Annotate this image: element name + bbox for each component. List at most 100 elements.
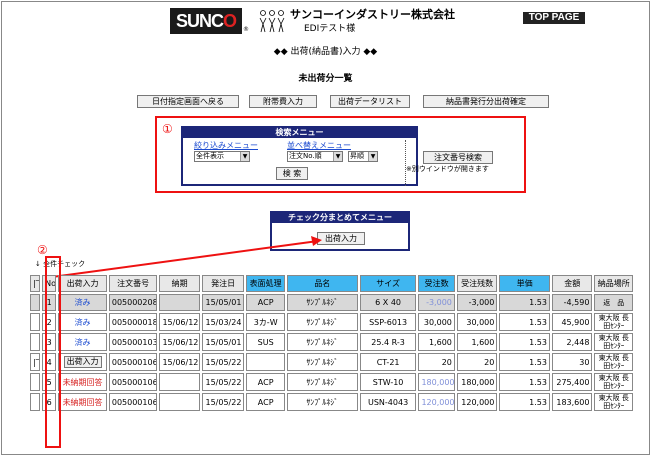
row-amount: 45,900: [551, 313, 593, 331]
incidental-cost-button[interactable]: 附帯費入力: [249, 95, 317, 108]
sort-menu-label[interactable]: 並べ替えメニュー: [287, 140, 351, 151]
search-menu-header: 検索メニュー: [183, 128, 416, 138]
row-surface: [246, 353, 285, 371]
table-row: 2済み005000018915/06/1215/03/243カ-Wｻﾝﾌﾟﾙﾈｼ…: [30, 313, 633, 331]
row-order-number: 0050002086: [108, 294, 158, 311]
row-checkbox[interactable]: [30, 294, 41, 311]
search-button[interactable]: 検 索: [276, 167, 308, 180]
row-checkbox[interactable]: [30, 333, 41, 351]
table-row: 1済み005000208615/05/01ACPｻﾝﾌﾟﾙﾈｼﾞ6 X 40-3…: [30, 294, 633, 311]
ship-input-button[interactable]: 出荷入力: [63, 356, 102, 368]
header-cell: 品名: [286, 275, 358, 292]
header-cell: 発注日: [201, 275, 245, 292]
row-surface: ACP: [246, 294, 285, 311]
sunco-logo[interactable]: SUNCO: [170, 8, 242, 34]
back-to-date-button[interactable]: 日付指定画面へ戻る: [137, 95, 239, 108]
row-status[interactable]: 済み: [75, 338, 91, 347]
row-size: 25.4 R-3: [359, 333, 417, 351]
row-surface: SUS: [246, 333, 285, 351]
row-size: SSP-6013: [359, 313, 417, 331]
row-order-date: 15/05/22: [201, 393, 245, 411]
row-amount: 275,400: [551, 373, 593, 391]
row-size: 6 X 40: [359, 294, 417, 311]
row-quantity: -3,000: [418, 294, 455, 311]
confirm-shipping-button[interactable]: 納品書発行分出荷確定: [423, 95, 549, 108]
row-order-number: 0050001039: [108, 333, 158, 351]
row-status[interactable]: 未納期回答: [63, 378, 103, 387]
row-action[interactable]: 未納期回答: [58, 373, 107, 391]
row-due-date: 15/06/12: [159, 313, 200, 331]
row-order-number: 0050001065: [108, 393, 158, 411]
row-quantity: 1,600: [418, 333, 455, 351]
row-action[interactable]: 済み: [58, 333, 107, 351]
row-due-date: [159, 373, 200, 391]
row-surface: ACP: [246, 373, 285, 391]
new-window-note: ※別ウインドウが開きます: [406, 165, 489, 173]
company-name: サンコーインダストリー株式会社: [290, 8, 455, 21]
table-row: |‾4出荷入力005000106015/06/1215/05/22ｻﾝﾌﾟﾙﾈｼ…: [30, 353, 633, 371]
row-unit-price: 1.53: [499, 393, 550, 411]
header-cell: 単価: [499, 275, 550, 292]
row-unit-price: 1.53: [499, 313, 550, 331]
row-action[interactable]: 出荷入力: [58, 353, 107, 371]
order-number-search-button[interactable]: 注文番号検索: [423, 151, 493, 164]
row-remaining: 30,000: [456, 313, 498, 331]
row-remaining: 120,000: [456, 393, 498, 411]
row-action[interactable]: 済み: [58, 313, 107, 331]
row-delivery-place: 東大阪 長田ｾﾝﾀｰ: [594, 313, 633, 331]
check-batch-header: チェック分まとめてメニュー: [272, 213, 408, 223]
row-checkbox[interactable]: [30, 393, 41, 411]
row-delivery-place: 東大阪 長田ｾﾝﾀｰ: [594, 373, 633, 391]
chevron-down-icon: ▼: [333, 152, 342, 161]
row-item: ｻﾝﾌﾟﾙﾈｼﾞ: [286, 294, 358, 311]
row-checkbox[interactable]: [30, 313, 41, 331]
chevron-down-icon: ▼: [240, 152, 249, 161]
row-status[interactable]: 未納期回答: [63, 398, 103, 407]
top-page-button[interactable]: TOP PAGE: [523, 12, 585, 24]
row-checkbox[interactable]: [30, 373, 41, 391]
row-action[interactable]: 済み: [58, 294, 107, 311]
row-unit-price: 1.53: [499, 294, 550, 311]
shipping-data-list-button[interactable]: 出荷データリスト: [330, 95, 410, 108]
header-cell: 注文番号: [108, 275, 158, 292]
filter-menu-label[interactable]: 絞り込みメニュー: [194, 140, 258, 151]
header-cell: 受注数: [418, 275, 455, 292]
header-cell: 出荷入力: [58, 275, 107, 292]
table-header-row: |‾ No 出荷入力 注文番号 納期 発注日 表面処理 品名 サイズ 受注数 受…: [30, 275, 633, 292]
batch-ship-input-button[interactable]: 出荷入力: [317, 232, 365, 245]
sort-select[interactable]: 注文No.順 ▼: [287, 151, 343, 162]
row-amount: 30: [551, 353, 593, 371]
order-select[interactable]: 昇順 ▼: [348, 151, 378, 162]
row-status[interactable]: 済み: [75, 318, 91, 327]
row-order-date: 15/05/01: [201, 294, 245, 311]
order-table: |‾ No 出荷入力 注文番号 納期 発注日 表面処理 品名 サイズ 受注数 受…: [28, 273, 635, 413]
row-unit-price: 1.53: [499, 353, 550, 371]
filter-select[interactable]: 全件表示 ▼: [194, 151, 250, 162]
row-item: ｻﾝﾌﾟﾙﾈｼﾞ: [286, 393, 358, 411]
row-remaining: 20: [456, 353, 498, 371]
row-status[interactable]: 済み: [75, 298, 91, 307]
row-order-number: 0050001060: [108, 353, 158, 371]
row-unit-price: 1.53: [499, 373, 550, 391]
annotation-box-checkbox: [45, 256, 61, 448]
header-cell: 納期: [159, 275, 200, 292]
row-order-number: 0050001061: [108, 373, 158, 391]
row-remaining: 180,000: [456, 373, 498, 391]
row-delivery-place: 返 品: [594, 294, 633, 311]
row-delivery-place: 東大阪 長田ｾﾝﾀｰ: [594, 333, 633, 351]
row-amount: -4,590: [551, 294, 593, 311]
row-order-date: 15/05/22: [201, 373, 245, 391]
table-row: 5未納期回答005000106115/05/22ACPｻﾝﾌﾟﾙﾈｼﾞSTW-1…: [30, 373, 633, 391]
row-amount: 2,448: [551, 333, 593, 351]
row-checkbox[interactable]: |‾: [30, 353, 41, 371]
row-size: USN-4043: [359, 393, 417, 411]
row-size: STW-10: [359, 373, 417, 391]
row-quantity: 120,000: [418, 393, 455, 411]
row-unit-price: 1.53: [499, 333, 550, 351]
header-cell: 受注残数: [456, 275, 498, 292]
row-action[interactable]: 未納期回答: [58, 393, 107, 411]
header-cell: 表面処理: [246, 275, 285, 292]
row-amount: 183,600: [551, 393, 593, 411]
row-order-date: 15/05/22: [201, 353, 245, 371]
row-item: ｻﾝﾌﾟﾙﾈｼﾞ: [286, 373, 358, 391]
